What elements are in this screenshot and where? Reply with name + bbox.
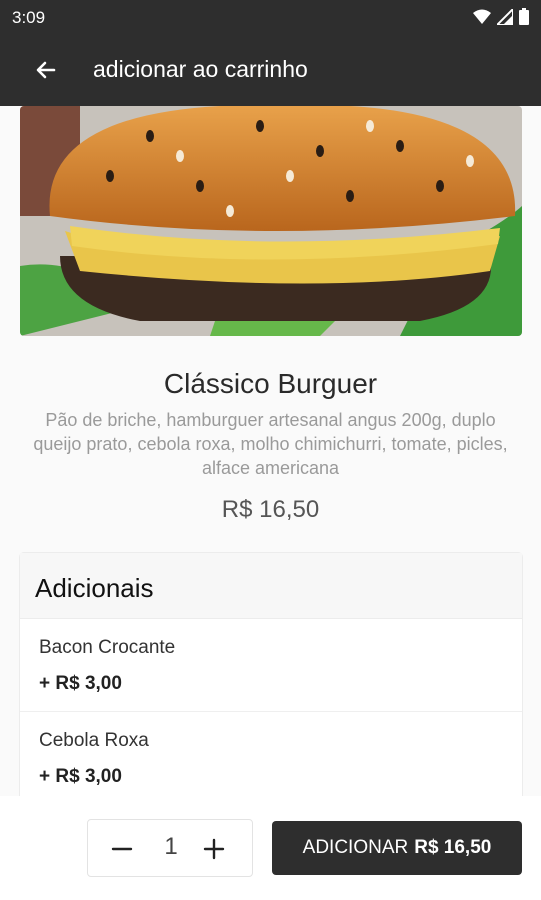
add-to-cart-button[interactable]: ADICIONAR R$ 16,50 (272, 821, 522, 875)
product-description: Pão de briche, hamburguer artesanal angu… (33, 410, 508, 478)
add-button-amount: R$ 16,50 (414, 837, 492, 858)
product-content[interactable]: Clássico Burguer Pão de briche, hamburgu… (0, 106, 541, 796)
page-title: adicionar ao carrinho (93, 56, 308, 82)
product-price: R$ 16,50 (221, 496, 320, 523)
addon-item-bacon[interactable]: Bacon Crocante + R$ 3,00 (20, 619, 522, 712)
signal-icon (497, 8, 513, 25)
addon-name: Cebola Roxa (39, 730, 149, 751)
status-time: 3:09 (12, 8, 46, 27)
addon-price: + R$ 3,00 (39, 673, 122, 694)
app-bar: adicionar ao carrinho (0, 34, 541, 106)
decrease-button[interactable] (106, 833, 138, 865)
bottom-bar: 1 ADICIONAR R$ 16,50 (0, 796, 541, 900)
product-image (20, 106, 522, 336)
wifi-icon (473, 9, 491, 24)
quantity-value: 1 (164, 833, 178, 860)
addon-name: Bacon Crocante (39, 637, 176, 658)
addons-title: Adicionais (20, 553, 522, 619)
status-icons (473, 8, 529, 25)
status-bar: 3:09 (0, 0, 541, 34)
addon-item-cebola[interactable]: Cebola Roxa + R$ 3,00 (20, 712, 522, 796)
addons-card: Adicionais Bacon Crocante + R$ 3,00 Cebo… (20, 553, 522, 796)
product-name: Clássico Burguer (163, 368, 378, 399)
increase-button[interactable] (198, 833, 230, 865)
battery-icon (519, 8, 529, 25)
add-button-label: ADICIONAR (302, 837, 409, 858)
quantity-stepper: 1 (87, 819, 253, 877)
plus-icon (203, 838, 225, 860)
minus-icon (111, 847, 133, 851)
addon-price: + R$ 3,00 (39, 766, 122, 787)
back-button[interactable] (28, 52, 64, 88)
arrow-left-icon (36, 61, 56, 79)
